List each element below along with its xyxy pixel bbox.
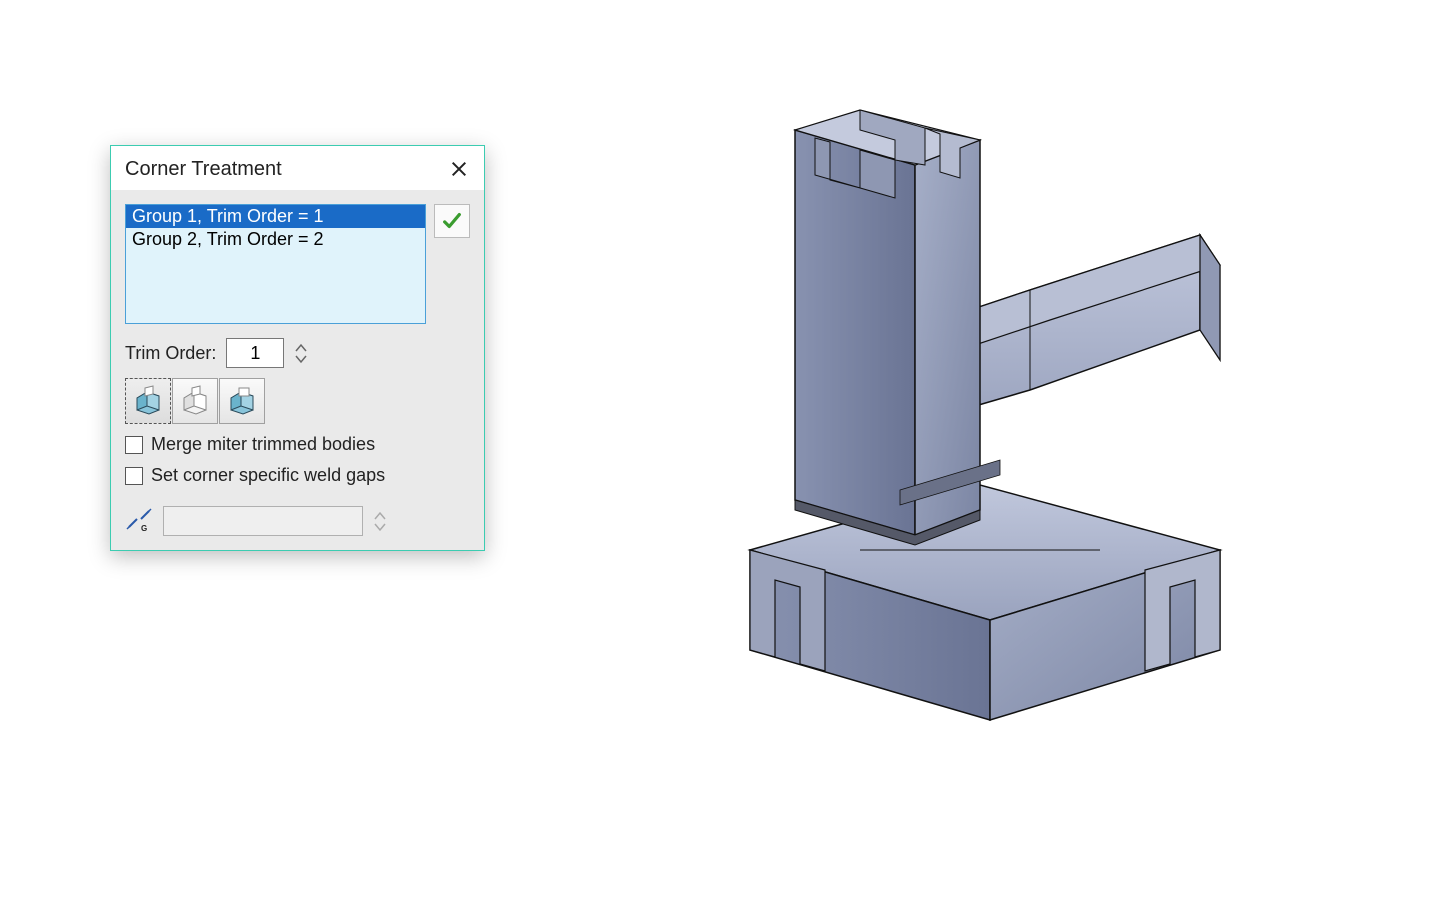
corner-type-button-1[interactable] <box>125 378 171 424</box>
spinner-up-icon[interactable] <box>373 511 387 521</box>
set-gaps-checkbox-row: Set corner specific weld gaps <box>125 465 470 486</box>
trim-order-label: Trim Order: <box>125 343 216 364</box>
set-gaps-checkbox[interactable] <box>125 467 143 485</box>
spinner-down-icon[interactable] <box>294 354 308 364</box>
close-icon <box>450 160 468 178</box>
trim-type-1-icon <box>131 384 165 418</box>
svg-text:G: G <box>141 524 147 533</box>
trim-order-spinner <box>294 343 308 364</box>
group-list-item[interactable]: Group 1, Trim Order = 1 <box>126 205 425 228</box>
trim-type-2-icon <box>178 384 212 418</box>
checkmark-icon <box>441 210 463 232</box>
corner-type-button-3[interactable] <box>219 378 265 424</box>
trim-type-3-icon <box>225 384 259 418</box>
weld-gap-spinner <box>373 511 387 532</box>
merge-miter-checkbox[interactable] <box>125 436 143 454</box>
merge-miter-label: Merge miter trimmed bodies <box>151 434 375 455</box>
trim-order-input[interactable] <box>226 338 284 368</box>
corner-treatment-dialog: Corner Treatment Group 1, Trim Order = 1… <box>110 145 485 551</box>
close-button[interactable] <box>446 156 472 182</box>
confirm-button[interactable] <box>434 204 470 238</box>
corner-type-button-2[interactable] <box>172 378 218 424</box>
set-gaps-label: Set corner specific weld gaps <box>151 465 385 486</box>
trim-order-row: Trim Order: <box>125 338 470 368</box>
weld-gap-row: G <box>125 506 470 536</box>
dialog-titlebar: Corner Treatment <box>111 146 484 190</box>
dialog-content: Group 1, Trim Order = 1 Group 2, Trim Or… <box>111 190 484 550</box>
group-list-row: Group 1, Trim Order = 1 Group 2, Trim Or… <box>125 204 470 324</box>
dialog-title: Corner Treatment <box>125 158 282 181</box>
group-list-item[interactable]: Group 2, Trim Order = 2 <box>126 228 425 251</box>
3d-model-icon <box>700 60 1240 780</box>
weld-gap-input[interactable] <box>163 506 363 536</box>
weld-gap-icon: G <box>125 507 153 535</box>
group-listbox[interactable]: Group 1, Trim Order = 1 Group 2, Trim Or… <box>125 204 426 324</box>
3d-viewport[interactable] <box>700 60 1240 780</box>
spinner-up-icon[interactable] <box>294 343 308 353</box>
corner-type-toolbar <box>125 378 470 424</box>
spinner-down-icon[interactable] <box>373 522 387 532</box>
merge-checkbox-row: Merge miter trimmed bodies <box>125 434 470 455</box>
